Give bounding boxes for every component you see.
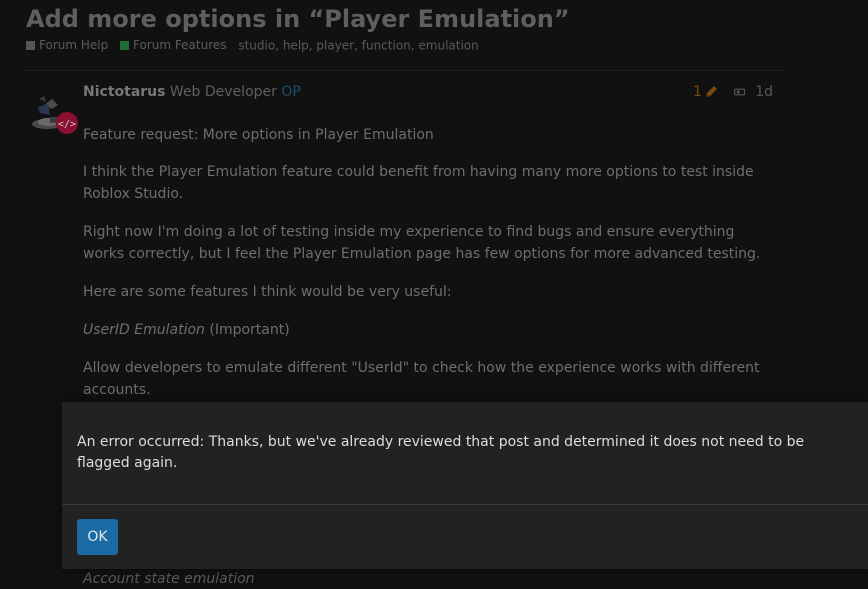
post-author-line: Nictotarus Web Developer OP	[83, 84, 301, 100]
ok-button[interactable]: OK	[77, 519, 118, 555]
topic-title[interactable]: Add more options in “Player Emulation”	[26, 5, 570, 33]
post-user-title: Web Developer	[169, 84, 277, 100]
svg-text:</>: </>	[58, 119, 76, 130]
error-dialog: An error occurred: Thanks, but we've alr…	[62, 402, 868, 569]
avatar[interactable]: </>	[30, 93, 82, 137]
post-paragraph: Here are some features I think would be …	[83, 284, 452, 300]
post-paragraph: Feature request: More options in Player …	[83, 127, 434, 143]
post-username[interactable]: Nictotarus	[83, 84, 165, 100]
feature-name: UserID Emulation	[83, 322, 205, 338]
category-forum-help[interactable]: Forum Help	[26, 38, 108, 52]
category-color-square	[120, 40, 130, 50]
category-color-square	[26, 40, 35, 50]
header-divider	[26, 70, 786, 71]
post-paragraph: UserID Emulation (Important)	[83, 319, 773, 341]
post-paragraph: Right now I'm doing a lot of testing ins…	[83, 224, 761, 262]
post-date[interactable]: 1d	[755, 84, 773, 100]
category-label: Forum Features	[133, 38, 227, 52]
category-label: Forum Help	[39, 38, 109, 52]
pencil-icon	[705, 86, 717, 97]
post-body: Feature request: More options in Player …	[83, 124, 773, 417]
topic-tags[interactable]: studio, help, player, function, emulatio…	[238, 39, 478, 53]
op-badge: OP	[281, 84, 301, 100]
topic-breadcrumb: Forum Help Forum Features studio, help, …	[26, 38, 479, 53]
feature-note: (Important)	[204, 322, 290, 338]
post-paragraph: I think the Player Emulation feature cou…	[83, 164, 754, 202]
post-meta: 1 1d	[693, 84, 773, 100]
avatar-image: </>	[32, 96, 78, 134]
dialog-divider	[62, 504, 868, 505]
post-paragraph: Allow developers to emulate different "U…	[83, 360, 760, 398]
edit-history-button[interactable]: 1	[693, 84, 718, 100]
category-forum-features[interactable]: Forum Features	[120, 38, 227, 52]
edit-count: 1	[693, 84, 702, 100]
error-message: An error occurred: Thanks, but we've alr…	[77, 434, 805, 471]
post-subheading: Account state emulation	[83, 571, 255, 587]
reply-thread-icon[interactable]	[734, 86, 746, 98]
